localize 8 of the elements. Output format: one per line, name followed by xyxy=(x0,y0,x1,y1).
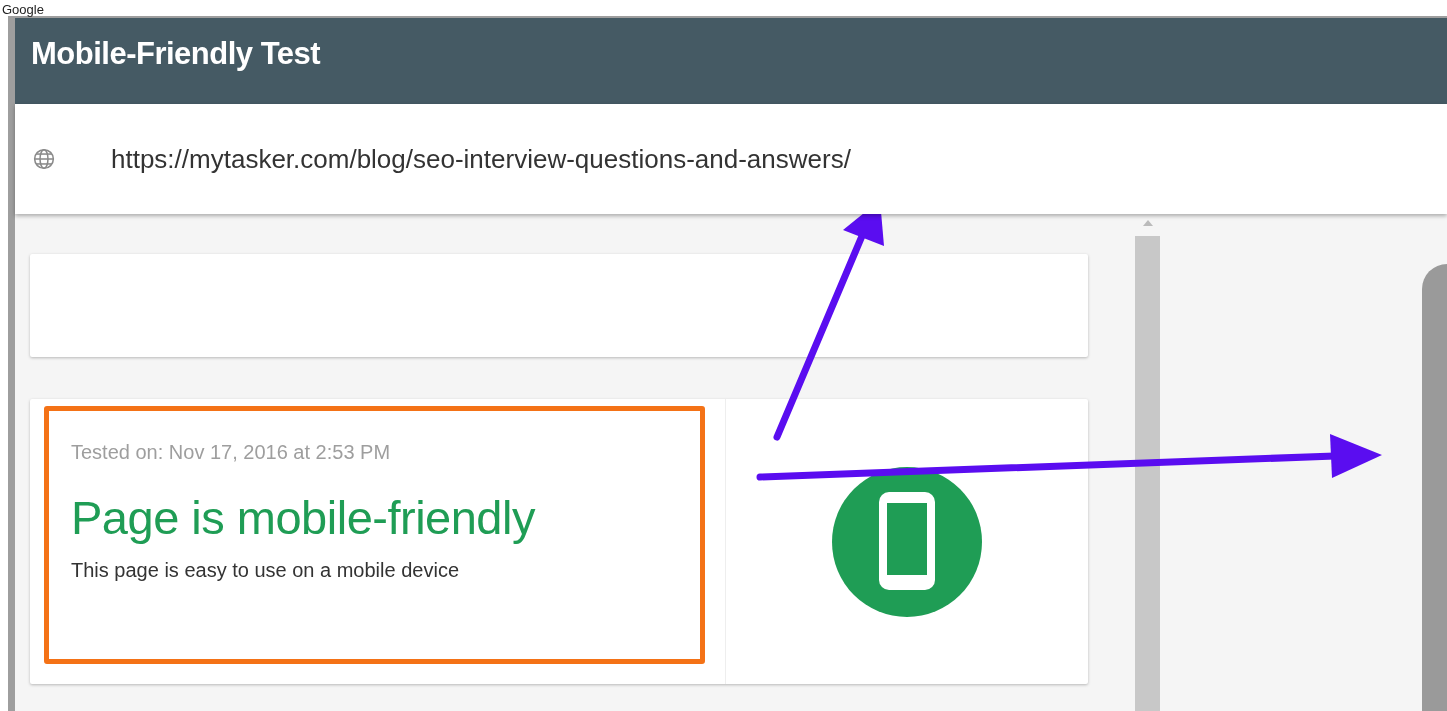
app-title: Mobile-Friendly Test xyxy=(31,36,321,71)
verdict-description: This page is easy to use on a mobile device xyxy=(71,559,460,582)
tested-date: Tested on: Nov 17, 2016 at 2:53 PM xyxy=(71,441,392,464)
url-field[interactable]: https://mytasker.com/blog/seo-interview-questions-and-answers/ xyxy=(111,143,1211,175)
verdict-heading: Page is mobile-friendly xyxy=(71,490,537,545)
page-label: Google xyxy=(2,2,44,17)
globe-icon xyxy=(33,148,55,170)
scroll-up-icon[interactable] xyxy=(1143,220,1153,226)
